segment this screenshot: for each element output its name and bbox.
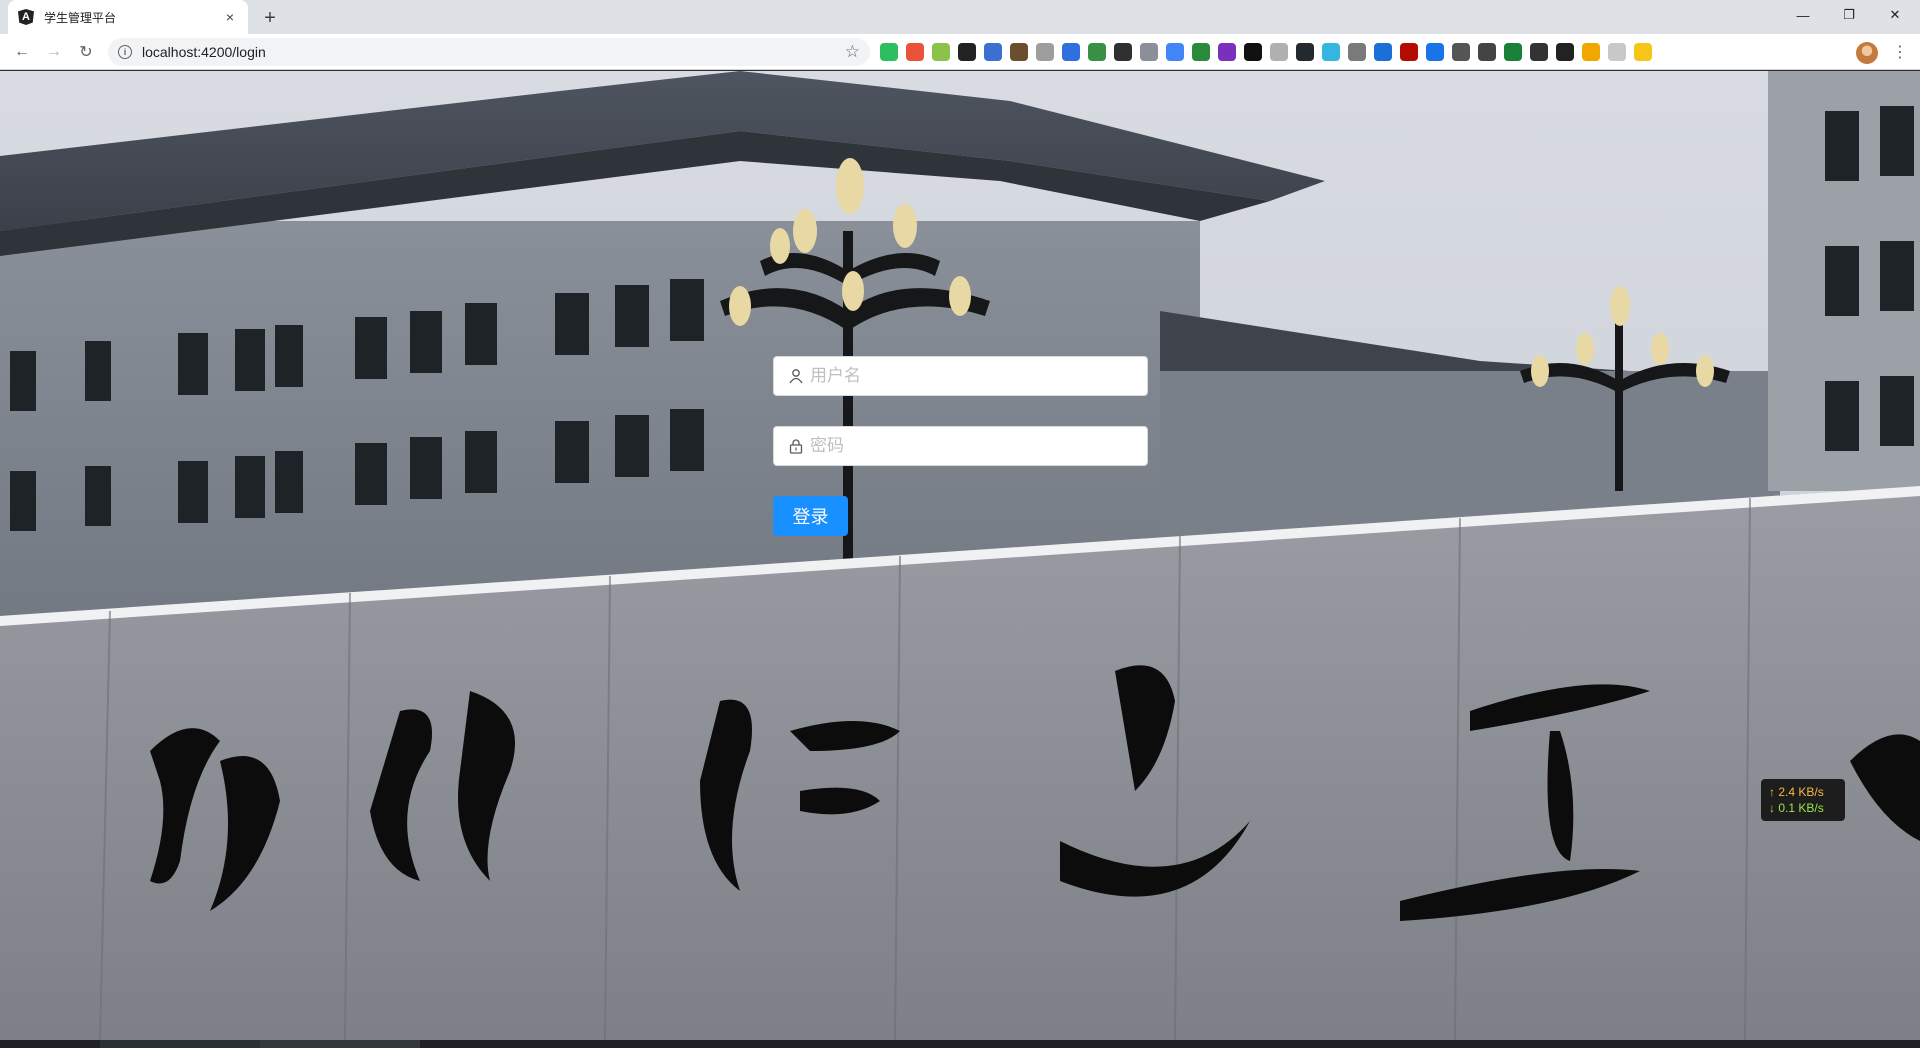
window-close-button[interactable]: ✕ <box>1872 0 1918 30</box>
ext-bird-icon[interactable] <box>1140 43 1158 61</box>
profile-avatar[interactable] <box>1856 42 1878 64</box>
translate-ext-icon[interactable] <box>1166 43 1184 61</box>
ext-moon-icon[interactable] <box>1608 43 1626 61</box>
tab-title: 学生管理平台 <box>44 10 117 25</box>
url-text[interactable]: localhost:4200/login <box>142 44 266 60</box>
ext-black-dots-icon[interactable] <box>958 43 976 61</box>
ext-calendar-icon[interactable] <box>984 43 1002 61</box>
lock-icon <box>788 438 804 454</box>
ext-window-icon[interactable] <box>1556 43 1574 61</box>
user-icon <box>788 368 804 384</box>
ext-yellow-icon[interactable] <box>1634 43 1652 61</box>
ext-hex-icon[interactable] <box>1478 43 1496 61</box>
network-speed-widget: ↑ 2.4 KB/s ↓ 0.1 KB/s <box>1761 779 1845 821</box>
ext-gray-a-icon[interactable] <box>1036 43 1054 61</box>
ext-shield-icon[interactable] <box>1374 43 1392 61</box>
username-field[interactable] <box>773 356 1148 396</box>
taskbar-item[interactable] <box>100 1040 260 1048</box>
kebab-menu-icon[interactable]: ⋮ <box>1890 42 1910 62</box>
username-input[interactable] <box>810 358 1147 394</box>
page-viewport: 登录 ↑ 2.4 KB/s ↓ 0.1 KB/s <box>0 71 1920 1040</box>
minimize-button[interactable]: — <box>1780 0 1826 30</box>
password-field[interactable] <box>773 426 1148 466</box>
ext-green-square-icon[interactable] <box>1088 43 1106 61</box>
bookmark-star-icon[interactable]: ☆ <box>845 42 860 62</box>
ext-purple-rp-icon[interactable] <box>1218 43 1236 61</box>
upload-speed: ↑ 2.4 KB/s <box>1769 785 1824 799</box>
forward-arrow-icon[interactable]: → <box>42 40 66 64</box>
back-arrow-icon[interactable]: ← <box>10 40 34 64</box>
address-bar[interactable]: i localhost:4200/login ☆ <box>108 38 870 66</box>
ext-link-icon[interactable] <box>1062 43 1080 61</box>
extensions-bar <box>880 43 1652 63</box>
ext-gray-box-icon[interactable] <box>1270 43 1288 61</box>
ext-cube-icon[interactable] <box>1530 43 1548 61</box>
ext-jb-icon[interactable] <box>1244 43 1262 61</box>
ext-green-hex-icon[interactable] <box>932 43 950 61</box>
ext-globe-icon[interactable] <box>1192 43 1210 61</box>
ext-pdf-icon[interactable] <box>1400 43 1418 61</box>
title-bar: A 学生管理平台 × + — ❐ ✕ <box>0 0 1920 34</box>
ext-cat-icon[interactable] <box>1010 43 1028 61</box>
login-button[interactable]: 登录 <box>773 496 848 536</box>
ext-blue-arrow-icon[interactable] <box>1426 43 1444 61</box>
angular-favicon-icon: A <box>18 9 34 25</box>
site-info-icon[interactable]: i <box>118 45 132 59</box>
github-ext-icon[interactable] <box>1296 43 1314 61</box>
new-tab-button[interactable]: + <box>258 6 282 30</box>
reload-icon[interactable]: ↻ <box>74 40 98 64</box>
restore-button[interactable]: ❐ <box>1826 0 1872 30</box>
tab-close-icon[interactable]: × <box>222 9 238 25</box>
ext-chrome-icon[interactable] <box>1582 43 1600 61</box>
taskbar-strip <box>0 1040 1920 1048</box>
ext-gray-c-icon[interactable] <box>1348 43 1366 61</box>
password-input[interactable] <box>810 428 1147 464</box>
campus-background-image <box>0 71 1920 1040</box>
ext-red-circles-icon[interactable] <box>906 43 924 61</box>
ext-fps-icon[interactable] <box>1322 43 1340 61</box>
login-form: 登录 <box>773 356 1148 536</box>
download-speed: ↓ 0.1 KB/s <box>1769 801 1824 815</box>
browser-toolbar: ← → ↻ i localhost:4200/login ☆ ⋮ <box>0 34 1920 70</box>
ext-x-icon[interactable] <box>1114 43 1132 61</box>
evernote-ext-icon[interactable] <box>880 43 898 61</box>
ext-on-icon[interactable] <box>1504 43 1522 61</box>
browser-tab[interactable]: A 学生管理平台 × <box>8 0 248 34</box>
vue-ext-icon[interactable] <box>1452 43 1470 61</box>
taskbar-item[interactable] <box>260 1040 420 1048</box>
